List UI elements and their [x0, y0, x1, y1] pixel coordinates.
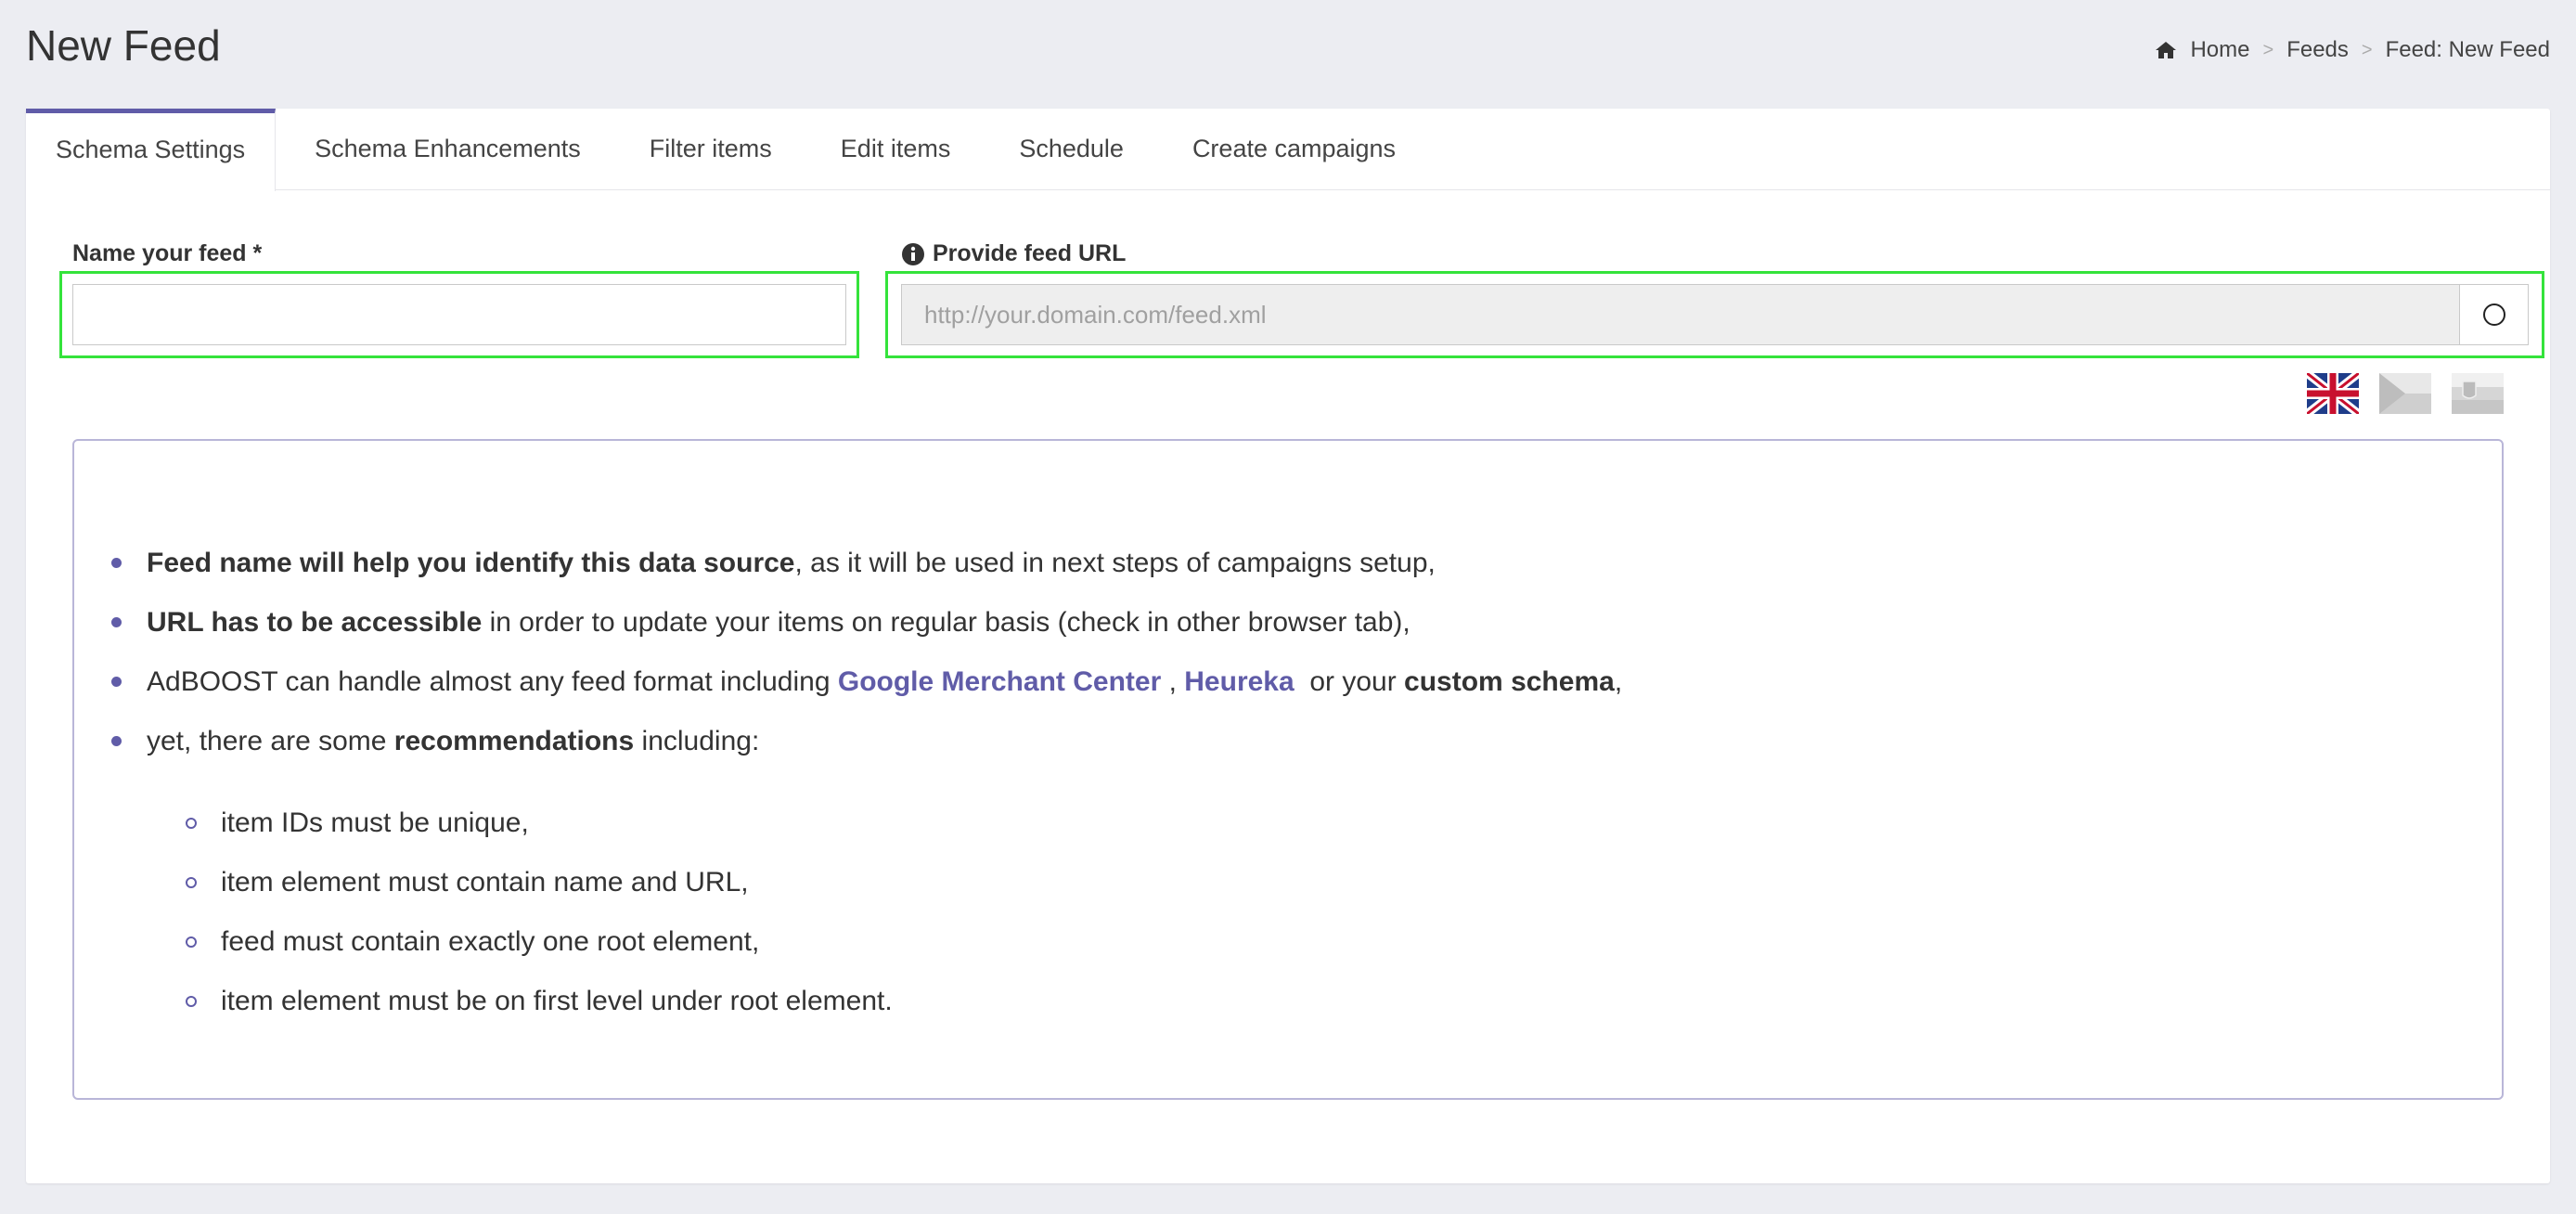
feed-name-input[interactable]: [72, 284, 846, 345]
tab-bar: Schema Settings Schema Enhancements Filt…: [26, 109, 2550, 191]
tab-schema-enhancements[interactable]: Schema Enhancements: [285, 109, 611, 189]
language-flags: [2307, 373, 2504, 414]
feed-info-box: Feed name will help you identify this da…: [72, 439, 2504, 1100]
tab-filter-items[interactable]: Filter items: [620, 109, 802, 189]
list-item: item IDs must be unique,: [186, 794, 1622, 853]
breadcrumb-feeds-link[interactable]: Feeds: [2286, 37, 2349, 63]
bullet-icon: [186, 996, 197, 1007]
url-check-button[interactable]: [2459, 285, 2528, 344]
feed-url-input[interactable]: [902, 285, 2459, 344]
bullet-icon: [186, 936, 197, 948]
breadcrumb-home-link[interactable]: Home: [2190, 37, 2249, 63]
tab-edit-items[interactable]: Edit items: [811, 109, 981, 189]
google-merchant-center-link[interactable]: Google Merchant Center: [838, 666, 1161, 697]
feed-url-label: Provide feed URL: [901, 240, 1126, 267]
bullet-icon: [111, 558, 122, 568]
recommendations-list: item IDs must be unique, item element mu…: [186, 794, 1622, 1031]
bullet-icon: [186, 877, 197, 888]
list-item: AdBOOST can handle almost any feed forma…: [111, 652, 1622, 712]
list-item: URL has to be accessible in order to upd…: [111, 593, 1622, 652]
home-icon: [2156, 42, 2177, 58]
breadcrumb-separator: >: [2361, 39, 2373, 60]
bullet-icon: [186, 818, 197, 829]
page-title: New Feed: [26, 21, 221, 70]
czech-flag-icon[interactable]: [2379, 373, 2431, 414]
info-list: Feed name will help you identify this da…: [111, 534, 1622, 1031]
breadcrumb-current: Feed: New Feed: [2385, 37, 2550, 62]
bullet-icon: [111, 617, 122, 627]
feed-url-group: [901, 284, 2529, 345]
breadcrumb-separator: >: [2262, 39, 2274, 60]
list-item: item element must contain name and URL,: [186, 853, 1622, 912]
tab-create-campaigns[interactable]: Create campaigns: [1163, 109, 1425, 189]
tab-schema-settings[interactable]: Schema Settings: [26, 109, 277, 191]
bullet-icon: [111, 736, 122, 746]
list-item: Feed name will help you identify this da…: [111, 534, 1622, 593]
bullet-icon: [111, 677, 122, 687]
list-item: yet, there are some recommendations incl…: [111, 712, 1622, 1031]
breadcrumb: Home > Feeds > Feed: New Feed: [2155, 37, 2550, 63]
feed-name-label: Name your feed *: [72, 240, 263, 266]
uk-flag-icon[interactable]: [2307, 373, 2359, 414]
heureka-link[interactable]: Heureka: [1184, 666, 1294, 697]
circle-icon: [2482, 304, 2505, 326]
feed-settings-card: Schema Settings Schema Enhancements Filt…: [26, 109, 2550, 1183]
list-item: feed must contain exactly one root eleme…: [186, 912, 1622, 972]
list-item: item element must be on first level unde…: [186, 972, 1622, 1031]
info-icon: [902, 242, 924, 265]
tab-schedule[interactable]: Schedule: [989, 109, 1153, 189]
slovak-flag-icon[interactable]: [2452, 373, 2504, 414]
